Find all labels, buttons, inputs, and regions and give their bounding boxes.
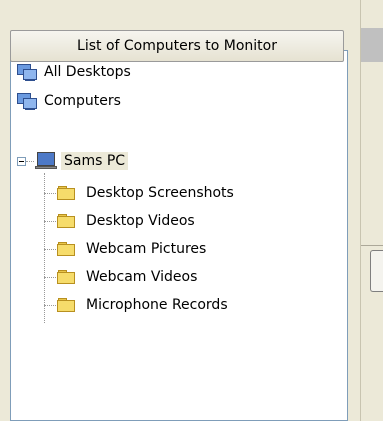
- tree-node-label: All Desktops: [44, 64, 131, 80]
- tree-node-folder-desktop-videos[interactable]: Desktop Videos: [57, 209, 198, 233]
- folder-icon: [57, 269, 77, 285]
- tree-node-label: Webcam Videos: [86, 269, 198, 285]
- computers-icon: [17, 93, 37, 110]
- collapse-minus-icon[interactable]: [17, 157, 26, 166]
- tree-node-label: Sams PC: [61, 152, 129, 170]
- right-panel-divider: [361, 245, 383, 246]
- tree-node-folder-desktop-screenshots[interactable]: Desktop Screenshots: [57, 181, 237, 205]
- folder-icon: [57, 297, 77, 313]
- computers-icon: [17, 64, 37, 81]
- right-panel-button[interactable]: [370, 250, 383, 292]
- tree-node-label: Computers: [44, 93, 121, 109]
- monitor-icon: [35, 152, 57, 170]
- right-panel-edge: [360, 0, 383, 421]
- computer-tree-view[interactable]: All Desktops Computers Sams PC Desktop S…: [10, 50, 348, 421]
- folder-icon: [57, 241, 77, 257]
- tree-node-label: Microphone Records: [86, 297, 228, 313]
- tree-node-computers[interactable]: Computers: [17, 89, 124, 113]
- tree-node-folder-microphone-records[interactable]: Microphone Records: [57, 293, 231, 317]
- tree-node-label: Desktop Videos: [86, 213, 195, 229]
- tree-node-folder-webcam-videos[interactable]: Webcam Videos: [57, 265, 200, 289]
- tree-node-computer[interactable]: Sams PC: [35, 149, 129, 173]
- right-panel-header: [361, 28, 383, 62]
- tree-node-all-desktops[interactable]: All Desktops: [17, 60, 134, 84]
- tree-node-label: Desktop Screenshots: [86, 185, 234, 201]
- list-header-button[interactable]: List of Computers to Monitor: [10, 30, 344, 62]
- list-header-label: List of Computers to Monitor: [77, 38, 277, 54]
- tree-node-label: Webcam Pictures: [86, 241, 207, 257]
- folder-icon: [57, 213, 77, 229]
- folder-icon: [57, 185, 77, 201]
- tree-node-folder-webcam-pictures[interactable]: Webcam Pictures: [57, 237, 209, 261]
- monitor-list-panel: All Desktops Computers Sams PC Desktop S…: [0, 0, 360, 421]
